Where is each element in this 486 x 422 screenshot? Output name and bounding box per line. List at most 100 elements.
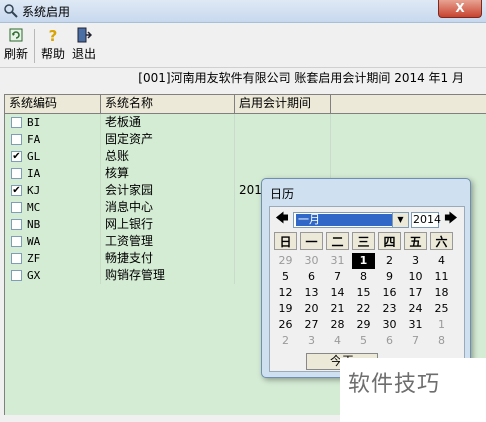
system-code: FA — [27, 133, 41, 146]
calendar-day[interactable]: 23 — [378, 301, 401, 317]
system-name: 会计家园 — [101, 182, 235, 199]
enable-checkbox[interactable] — [11, 236, 22, 247]
help-button[interactable]: ? 帮助 — [41, 27, 65, 62]
system-code: KJ — [27, 184, 41, 197]
calendar-day[interactable]: 3 — [404, 253, 427, 269]
enable-checkbox[interactable]: ✔ — [11, 151, 22, 162]
system-name: 消息中心 — [101, 199, 235, 216]
table-row[interactable]: BI 老板通 — [5, 114, 486, 131]
calendar-day[interactable]: 10 — [404, 269, 427, 285]
enable-period — [235, 148, 331, 165]
weekday-header: 六 — [430, 232, 453, 250]
calendar-day[interactable]: 4 — [430, 253, 453, 269]
calendar-day[interactable]: 14 — [326, 285, 349, 301]
calendar-day[interactable]: 27 — [300, 317, 323, 333]
calendar-day[interactable]: 15 — [352, 285, 375, 301]
header-code[interactable]: 系统编码 — [5, 95, 101, 113]
calendar-day[interactable]: 21 — [326, 301, 349, 317]
calendar-day[interactable]: 8 — [430, 333, 453, 349]
calendar-day[interactable]: 11 — [430, 269, 453, 285]
system-name: 总账 — [101, 148, 235, 165]
calendar-day[interactable]: 7 — [326, 269, 349, 285]
calendar-day[interactable]: 5 — [274, 269, 297, 285]
calendar-day[interactable]: 24 — [404, 301, 427, 317]
calendar-day[interactable]: 28 — [326, 317, 349, 333]
year-field[interactable]: 2014 — [411, 212, 441, 228]
table-row[interactable]: FA 固定资产 — [5, 131, 486, 148]
calendar-day[interactable]: 25 — [430, 301, 453, 317]
calendar-day[interactable]: 31 — [404, 317, 427, 333]
calendar-day[interactable]: 5 — [352, 333, 375, 349]
enable-period — [235, 114, 331, 131]
calendar-day[interactable]: 18 — [430, 285, 453, 301]
system-code: NB — [27, 218, 41, 231]
enable-checkbox[interactable] — [11, 168, 22, 179]
account-info: [001]河南用友软件有限公司 账套启用会计期间 2014 年1 月 — [0, 68, 486, 88]
calendar-day[interactable]: 1 — [430, 317, 453, 333]
enable-checkbox[interactable] — [11, 134, 22, 145]
calendar-day[interactable]: 17 — [404, 285, 427, 301]
calendar-day[interactable]: 19 — [274, 301, 297, 317]
calendar-day[interactable]: 3 — [300, 333, 323, 349]
calendar-day[interactable]: 29 — [352, 317, 375, 333]
exit-button[interactable]: 退出 — [72, 27, 96, 62]
calendar-day[interactable]: 29 — [274, 253, 297, 269]
next-month-arrow-icon[interactable]: 🡆 — [444, 212, 458, 226]
calendar-title: 日历 — [270, 187, 295, 201]
weekday-header: 四 — [378, 232, 401, 250]
calendar-day[interactable]: 1 — [352, 253, 375, 269]
calendar-day[interactable]: 7 — [404, 333, 427, 349]
calendar-day[interactable]: 16 — [378, 285, 401, 301]
calendar-day[interactable]: 6 — [300, 269, 323, 285]
calendar-day[interactable]: 2 — [274, 333, 297, 349]
calendar-day[interactable]: 4 — [326, 333, 349, 349]
table-row[interactable]: ✔ GL 总账 — [5, 148, 486, 165]
calendar-day[interactable]: 22 — [352, 301, 375, 317]
system-name: 工资管理 — [101, 233, 235, 250]
calendar-body: 🡄 一月 ▼ 2014 🡆 日 一 二 三 四 五 六 29 30 31 1 2 3 4 5 6… — [269, 206, 465, 372]
calendar-day[interactable]: 2 — [378, 253, 401, 269]
calendar-day[interactable]: 13 — [300, 285, 323, 301]
calendar-day[interactable]: 6 — [378, 333, 401, 349]
enable-checkbox[interactable] — [11, 202, 22, 213]
weekday-header: 一 — [300, 232, 323, 250]
calendar-day[interactable]: 20 — [300, 301, 323, 317]
system-code: GL — [27, 150, 41, 163]
system-name: 畅捷支付 — [101, 250, 235, 267]
watermark-text: 软件技巧 — [348, 372, 441, 397]
account-info-text: [001]河南用友软件有限公司 账套启用会计期间 2014 年1 月 — [138, 71, 464, 85]
system-name: 核算 — [101, 165, 235, 182]
calendar-day[interactable]: 12 — [274, 285, 297, 301]
system-code: GX — [27, 269, 41, 282]
refresh-label: 刷新 — [4, 47, 29, 61]
enable-checkbox[interactable]: ✔ — [11, 185, 22, 196]
exit-door-icon — [77, 27, 92, 43]
enable-checkbox[interactable] — [11, 219, 22, 230]
system-name: 老板通 — [101, 114, 235, 131]
enable-checkbox[interactable] — [11, 253, 22, 264]
help-label: 帮助 — [41, 47, 66, 61]
dropdown-arrow-icon[interactable]: ▼ — [392, 213, 408, 227]
calendar-day[interactable]: 30 — [300, 253, 323, 269]
refresh-button[interactable]: 刷新 — [4, 27, 28, 62]
system-name: 固定资产 — [101, 131, 235, 148]
header-period[interactable]: 启用会计期间 — [235, 95, 331, 113]
calendar-day[interactable]: 8 — [352, 269, 375, 285]
header-name[interactable]: 系统名称 — [101, 95, 235, 113]
calendar-day[interactable]: 31 — [326, 253, 349, 269]
system-name: 网上银行 — [101, 216, 235, 233]
weekday-header: 二 — [326, 232, 349, 250]
calendar-day[interactable]: 26 — [274, 317, 297, 333]
window-title: 系统启用 — [22, 5, 71, 19]
calendar-day[interactable]: 9 — [378, 269, 401, 285]
calendar-day[interactable]: 30 — [378, 317, 401, 333]
enable-checkbox[interactable] — [11, 117, 22, 128]
month-select[interactable]: 一月 ▼ — [293, 212, 409, 228]
close-button[interactable]: X — [438, 0, 482, 18]
system-code: MC — [27, 201, 41, 214]
system-code: ZF — [27, 252, 41, 265]
calendar-popup[interactable]: 日历 🡄 一月 ▼ 2014 🡆 日 一 二 三 四 五 六 29 30 31 1 2 3… — [261, 178, 471, 378]
weekday-header: 三 — [352, 232, 375, 250]
enable-checkbox[interactable] — [11, 270, 22, 281]
prev-month-arrow-icon[interactable]: 🡄 — [275, 212, 289, 226]
